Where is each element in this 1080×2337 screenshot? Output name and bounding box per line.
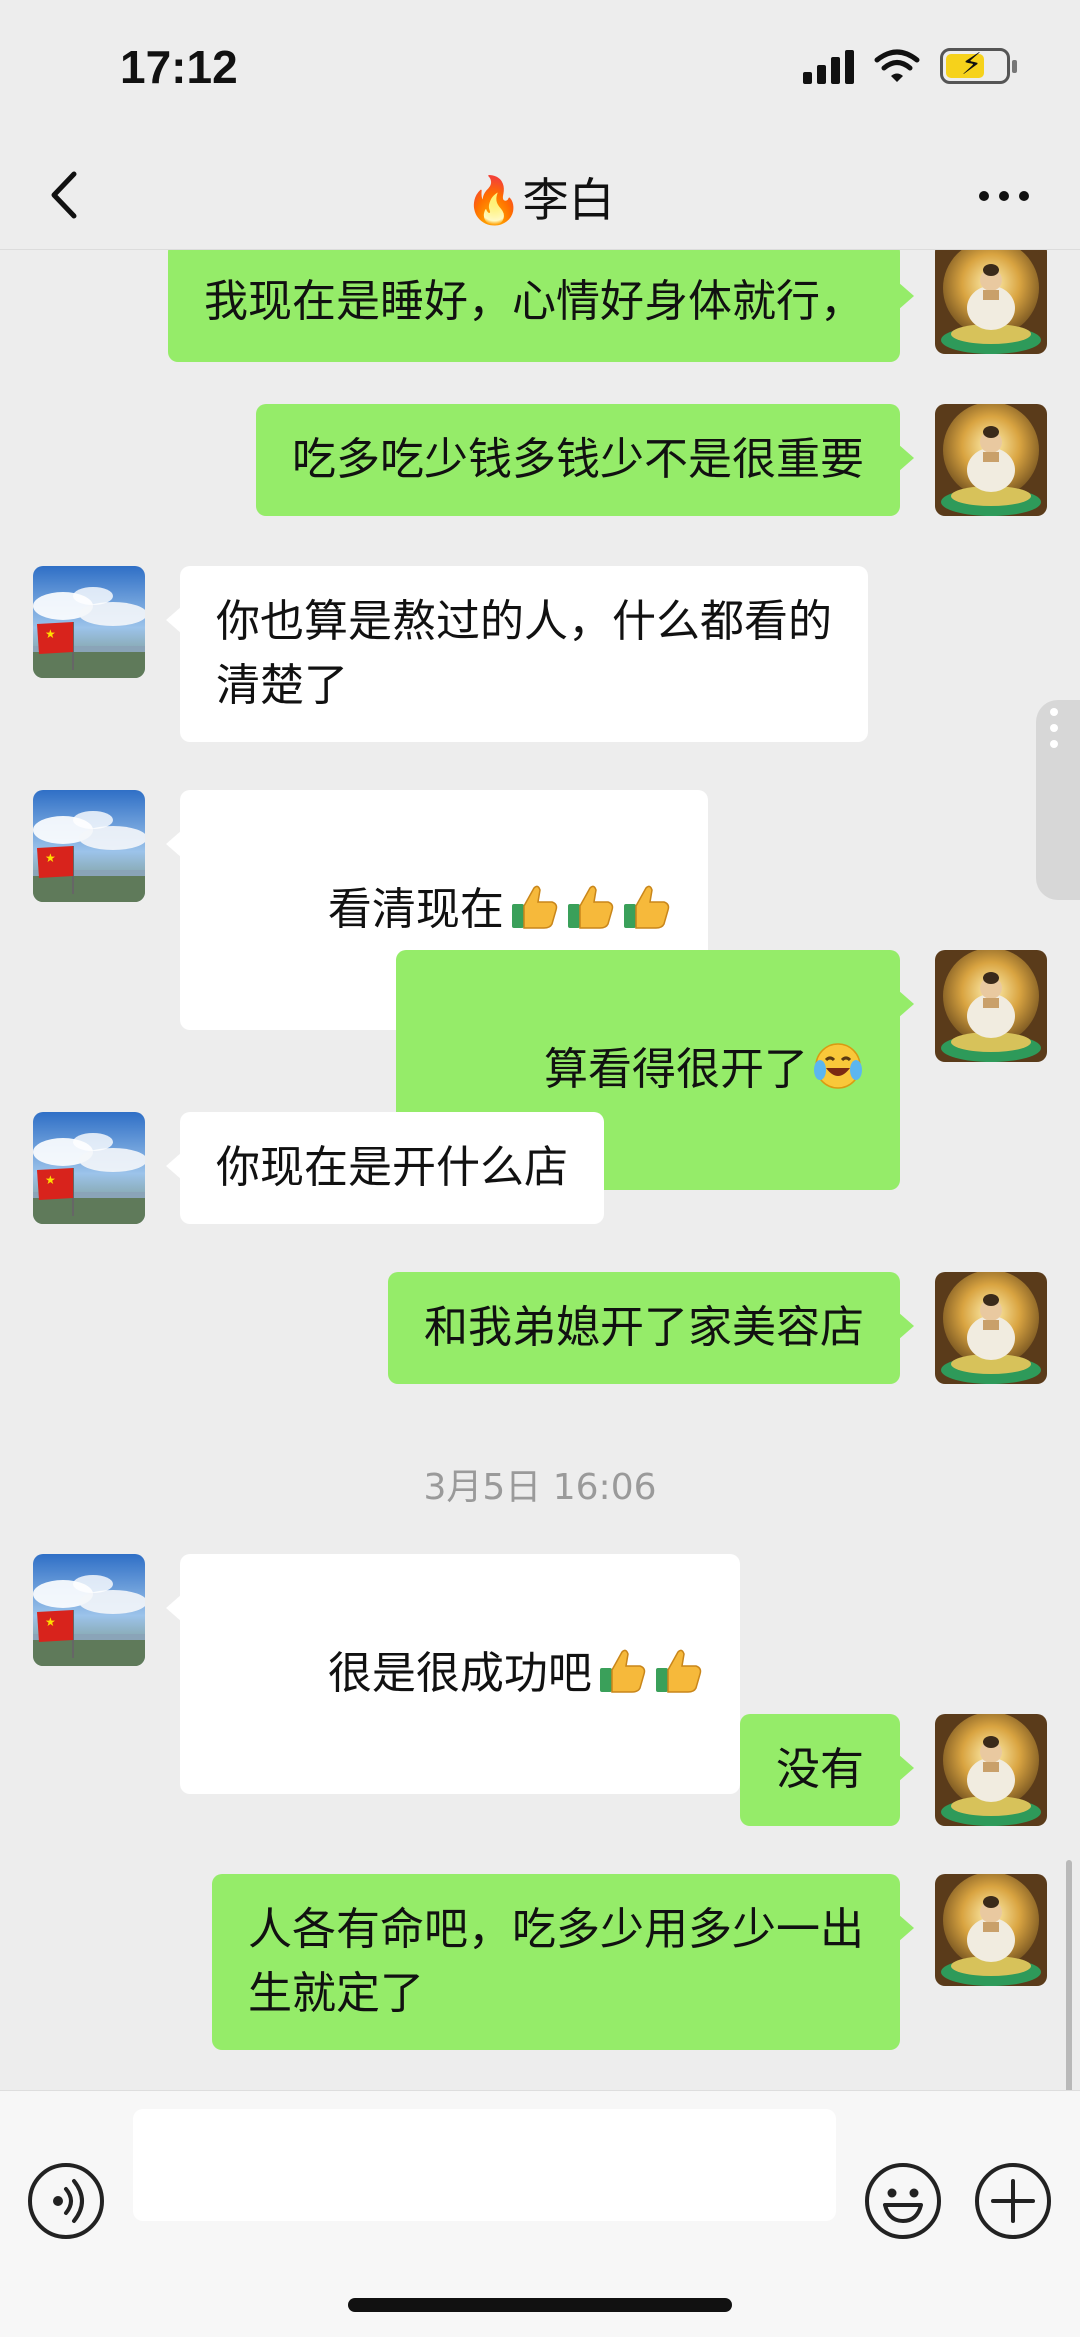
thumbs-up-icon xyxy=(564,880,616,932)
thumbs-up-icon xyxy=(508,880,560,932)
buddha-avatar[interactable] xyxy=(935,1714,1047,1826)
thumbs-up-icon xyxy=(596,1644,648,1696)
wifi-icon xyxy=(874,49,920,82)
buddha-avatar[interactable] xyxy=(935,1272,1047,1384)
message-text: 看清现在 xyxy=(327,884,504,935)
outgoing-message[interactable]: 吃多吃少钱多钱少不是很重要 xyxy=(256,404,914,516)
buddha-avatar[interactable] xyxy=(935,950,1047,1062)
buddha-avatar[interactable] xyxy=(935,250,1047,354)
incoming-message[interactable]: 你现在是开什么店 xyxy=(166,1112,604,1224)
flag-avatar[interactable] xyxy=(33,1112,145,1224)
more-dots-icon[interactable] xyxy=(964,166,1044,226)
side-drawer-handle[interactable] xyxy=(1036,700,1080,900)
voice-input-icon[interactable] xyxy=(28,2163,104,2239)
status-time: 17:12 xyxy=(120,41,238,93)
chat-title: 🔥李白 xyxy=(465,173,615,227)
flag-avatar[interactable] xyxy=(33,566,145,678)
outgoing-message[interactable]: 和我弟媳开了家美容店 xyxy=(388,1272,914,1384)
thumbs-up-icon xyxy=(620,880,672,932)
cellular-signal-icon xyxy=(803,48,854,84)
message-list[interactable]: 我现在是睡好，心情好身体就行， 吃多吃少钱多钱少不是很重要 你也算是熬过的人，什… xyxy=(0,250,1080,2090)
chat-screen: 17:12 ⚡ 🔥李白 我现在是睡好，心情好身体就行， 吃多吃少钱多钱少不是很重… xyxy=(0,0,1080,2337)
status-bar: 17:12 ⚡ xyxy=(0,0,1080,140)
battery-icon: ⚡ xyxy=(940,47,1017,84)
flag-avatar[interactable] xyxy=(33,1554,145,1666)
buddha-avatar[interactable] xyxy=(935,1874,1047,1986)
emoji-icon[interactable] xyxy=(865,2163,941,2239)
crying-laughing-icon xyxy=(812,1040,864,1092)
message-input[interactable] xyxy=(133,2109,836,2221)
plus-icon[interactable] xyxy=(975,2163,1051,2239)
flag-avatar[interactable] xyxy=(33,790,145,902)
message-text: 很是很成功吧 xyxy=(327,1648,592,1699)
incoming-message[interactable]: 很是很成功吧 xyxy=(166,1554,740,1794)
outgoing-message[interactable]: 没有 xyxy=(740,1714,914,1826)
home-indicator[interactable] xyxy=(348,2298,732,2312)
scrollbar[interactable] xyxy=(1066,1860,1072,2090)
outgoing-message[interactable]: 我现在是睡好，心情好身体就行， xyxy=(168,250,914,362)
status-icons: ⚡ xyxy=(803,47,1017,84)
chat-header: 🔥李白 xyxy=(0,140,1080,250)
buddha-avatar[interactable] xyxy=(935,404,1047,516)
message-text: 算看得很开了 xyxy=(544,1044,808,1095)
message-timestamp: 3月5日 16:06 xyxy=(423,1467,657,1508)
outgoing-message[interactable]: 人各有命吧，吃多少用多少一出 生就定了 xyxy=(212,1874,914,2050)
incoming-message[interactable]: 你也算是熬过的人，什么都看的 清楚了 xyxy=(166,566,868,742)
thumbs-up-icon xyxy=(652,1644,704,1696)
